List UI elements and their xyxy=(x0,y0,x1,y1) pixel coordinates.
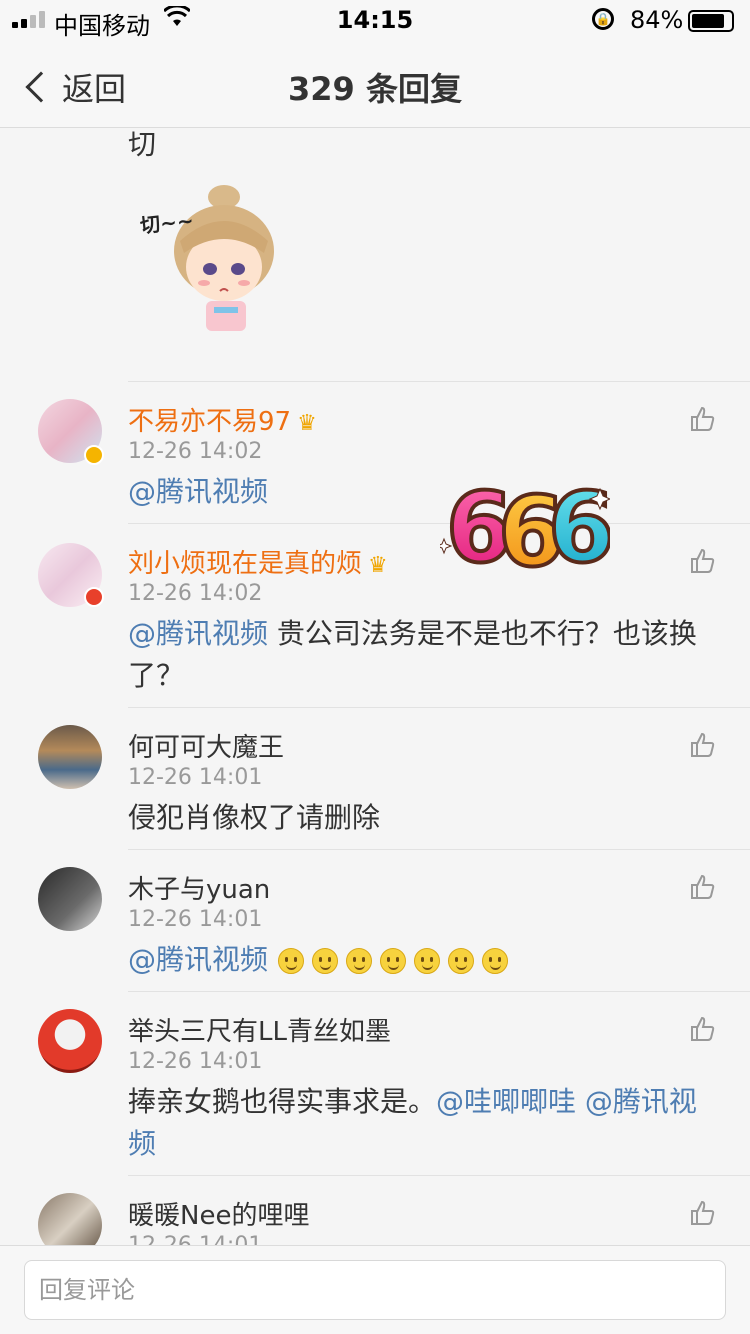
mention-link[interactable]: @腾讯视频 xyxy=(128,943,268,976)
smile-emoji-icon xyxy=(380,948,407,974)
status-bar: 中国移动 14:15 🔒 84% xyxy=(0,0,750,40)
emoji-row xyxy=(278,948,509,974)
timestamp: 12-26 14:01 xyxy=(128,1049,263,1074)
username[interactable]: 不易亦不易97 ♛ xyxy=(128,401,317,438)
comment-item: 木子与yuan 12-26 14:01 @腾讯视频 xyxy=(0,849,750,991)
smile-emoji-icon xyxy=(278,948,305,974)
vip-crown-icon: ♛ xyxy=(368,553,388,578)
username[interactable]: 木子与yuan xyxy=(128,869,270,906)
timestamp: 12-26 14:01 xyxy=(128,765,263,790)
comment-item: 刘小烦现在是真的烦 ♛ 12-26 14:02 @腾讯视频 贵公司法务是不是也不行… xyxy=(0,523,750,707)
divider xyxy=(128,1175,750,1176)
username[interactable]: 刘小烦现在是真的烦 ♛ xyxy=(128,543,388,580)
mention-link[interactable]: @腾讯视频 xyxy=(128,617,268,650)
divider xyxy=(128,707,750,708)
comment-item: 不易亦不易97 ♛ 12-26 14:02 @腾讯视频 xyxy=(0,381,750,523)
comment-text: @腾讯视频 xyxy=(128,471,708,513)
comment-text: 侵犯肖像权了请删除 xyxy=(128,801,381,834)
comment-text: 捧亲女鹅也得实事求是。@哇唧唧哇 @腾讯视频 xyxy=(128,1085,697,1160)
comment-text: @腾讯视频 xyxy=(128,939,708,981)
avatar[interactable] xyxy=(38,1193,102,1245)
verified-badge-icon xyxy=(84,445,104,465)
timestamp: 12-26 14:02 xyxy=(128,581,263,606)
comment-text: @腾讯视频 贵公司法务是不是也不行？也该换了？ xyxy=(128,617,697,692)
username[interactable]: 何可可大魔王 xyxy=(128,727,284,764)
smile-emoji-icon xyxy=(482,948,509,974)
timestamp: 12-26 14:02 xyxy=(128,439,263,464)
divider xyxy=(128,991,750,992)
divider xyxy=(128,849,750,850)
battery-icon xyxy=(688,10,734,32)
comment-item: 暖暖Nee的哩哩 12-26 14:01 xyxy=(0,1175,750,1245)
previous-comment-text: 切 xyxy=(128,129,157,161)
sticker-image: 切~~ xyxy=(139,181,280,341)
divider xyxy=(128,523,750,524)
username[interactable]: 举头三尺有LL青丝如墨 xyxy=(128,1011,391,1048)
digit-6-cyan: 6 xyxy=(548,472,610,579)
star-badge-icon xyxy=(84,587,104,607)
timestamp: 12-26 14:01 xyxy=(128,1233,262,1245)
comment-item: 举头三尺有LL青丝如墨 12-26 14:01 捧亲女鹅也得实事求是。@哇唧唧哇… xyxy=(0,991,750,1175)
thumbs-up-icon[interactable] xyxy=(688,1199,716,1227)
orientation-lock-icon: 🔒 xyxy=(592,8,614,30)
thumbs-up-icon[interactable] xyxy=(688,731,716,759)
avatar[interactable] xyxy=(38,867,102,931)
navigation-bar: 返回 329 条回复 xyxy=(0,40,750,128)
smile-emoji-icon xyxy=(448,948,475,974)
battery-percentage: 84% xyxy=(630,6,684,34)
reply-bar xyxy=(0,1245,750,1334)
vip-crown-icon: ♛ xyxy=(297,411,317,436)
sticker-label: 切~~ xyxy=(139,208,195,238)
reply-input[interactable] xyxy=(24,1260,726,1320)
mention-link[interactable]: @哇唧唧哇 xyxy=(436,1085,576,1118)
comment-list[interactable]: 切 切~~ 不易亦不易97 ♛ 12-26 14:02 @腾讯视频 刘小烦现在是… xyxy=(0,129,750,1245)
avatar[interactable] xyxy=(38,725,102,789)
mention-link[interactable]: @腾讯视频 xyxy=(128,475,268,508)
thumbs-up-icon[interactable] xyxy=(688,405,716,433)
thumbs-up-icon[interactable] xyxy=(688,1015,716,1043)
thumbs-up-icon[interactable] xyxy=(688,547,716,575)
smile-emoji-icon xyxy=(346,948,373,974)
page-title: 329 条回复 xyxy=(288,70,462,108)
cartoon-boy-sticker xyxy=(174,185,274,331)
smile-emoji-icon xyxy=(312,948,339,974)
username[interactable]: 暖暖Nee的哩哩 xyxy=(128,1195,309,1232)
sticker-666: 6 6 6 666 xyxy=(435,469,617,590)
smile-emoji-icon xyxy=(414,948,441,974)
timestamp: 12-26 14:01 xyxy=(128,907,263,932)
divider xyxy=(128,381,750,382)
avatar[interactable] xyxy=(38,1009,102,1073)
thumbs-up-icon[interactable] xyxy=(688,873,716,901)
comment-item: 何可可大魔王 12-26 14:01 侵犯肖像权了请删除 xyxy=(0,707,750,849)
